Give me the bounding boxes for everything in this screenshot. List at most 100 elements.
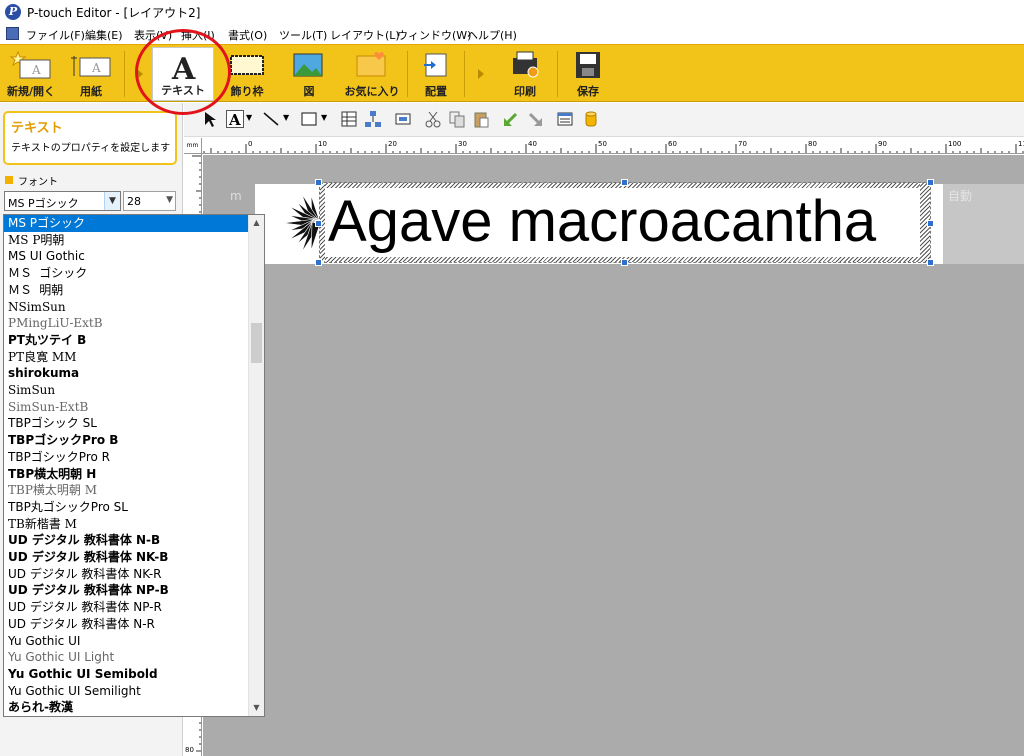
print-icon	[513, 51, 539, 78]
chevron-down-icon[interactable]: ▼	[283, 113, 289, 122]
new-open-button[interactable]: A 新規/開く	[2, 47, 60, 101]
ruler-label: 70	[738, 140, 747, 148]
font-list-item[interactable]: TBPゴシックPro R	[4, 449, 248, 466]
resize-handle-br[interactable]	[927, 259, 934, 266]
font-list-item[interactable]: UD デジタル 教科書体 NP-R	[4, 599, 248, 616]
ruler-label: 20	[388, 140, 397, 148]
text-button[interactable]: A テキスト	[152, 47, 214, 101]
tree-tool-icon[interactable]	[364, 110, 382, 128]
text-tool-icon[interactable]: A	[226, 110, 244, 128]
font-list-item[interactable]: UD デジタル 教科書体 N-R	[4, 616, 248, 633]
font-list-item[interactable]: ＭＳ ゴシック	[4, 265, 248, 282]
font-list-item[interactable]: TBPゴシック SL	[4, 415, 248, 432]
font-list-item[interactable]: UD デジタル 教科書体 NK-R	[4, 566, 248, 583]
ribbon-arrow-icon	[137, 69, 143, 79]
resize-handle-tl[interactable]	[315, 179, 322, 186]
database-icon[interactable]	[582, 110, 600, 128]
save-button[interactable]: 保存	[561, 47, 615, 101]
line-tool-icon[interactable]	[262, 110, 280, 128]
font-dropdown-list[interactable]: MS Pゴシック MS P明朝 MS UI Gothic ＭＳ ゴシック ＭＳ 明朝 NS…	[3, 214, 265, 717]
paste-icon[interactable]	[472, 110, 490, 128]
scrollbar-thumb[interactable]	[251, 323, 262, 363]
font-list-item[interactable]: PT良寛 MM	[4, 349, 248, 366]
font-list-item[interactable]: TBP横太明朝 H	[4, 466, 248, 483]
agave-plant-image[interactable]	[258, 191, 322, 255]
font-list-item[interactable]: UD デジタル 教科書体 NK-B	[4, 549, 248, 566]
scrollbar[interactable]: ▲ ▼	[248, 215, 264, 716]
font-list-item[interactable]: PMingLiU-ExtB	[4, 315, 248, 332]
font-list-item[interactable]: SimSun	[4, 382, 248, 399]
layout-canvas[interactable]: m 自動 Agave macroacantha	[203, 155, 1024, 756]
resize-handle-tr[interactable]	[927, 179, 934, 186]
arrange-icon	[424, 53, 447, 77]
image-label: 図	[303, 85, 315, 98]
svg-text:A: A	[31, 63, 41, 77]
rectangle-tool-icon[interactable]	[300, 110, 318, 128]
font-list-item[interactable]: UD デジタル 教科書体 NP-B	[4, 582, 248, 599]
chevron-down-icon[interactable]: ▼	[321, 113, 327, 122]
tip-description: テキストのプロパティを設定します	[11, 143, 171, 154]
font-list-item[interactable]: TBPゴシックPro B	[4, 432, 248, 449]
font-list-item[interactable]: SimSun-ExtB	[4, 399, 248, 416]
font-list-item[interactable]: MS UI Gothic	[4, 248, 248, 265]
table-tool-icon[interactable]	[340, 110, 358, 128]
font-family-select[interactable]: MS Pゴシック ▼	[4, 191, 121, 211]
document-icon[interactable]	[6, 27, 19, 40]
paper-label: 用紙	[80, 85, 102, 98]
font-list-item[interactable]: Yu Gothic UI	[4, 633, 248, 650]
select-arrow-icon[interactable]	[202, 110, 220, 128]
chevron-down-icon[interactable]: ▼	[166, 195, 173, 205]
font-list-item[interactable]: TBP丸ゴシックPro SL	[4, 499, 248, 516]
chevron-up-icon[interactable]: ▲	[249, 215, 264, 231]
menu-edit[interactable]: 編集(E)	[85, 27, 123, 43]
text-object[interactable]: Agave macroacantha	[319, 182, 931, 263]
font-list-item[interactable]: shirokuma	[4, 365, 248, 382]
arrange-button[interactable]: 配置	[411, 47, 461, 101]
properties-icon[interactable]	[556, 110, 574, 128]
font-list-item[interactable]: NSimSun	[4, 299, 248, 316]
ruler-label: 60	[668, 140, 677, 148]
frame-button[interactable]: 飾り枠	[220, 47, 274, 101]
menu-tools[interactable]: ツール(T)	[279, 27, 327, 43]
favorites-button[interactable]: お気に入り	[342, 47, 402, 101]
redo-icon[interactable]	[526, 110, 544, 128]
text-label: テキスト	[161, 84, 205, 97]
print-button[interactable]: 印刷	[498, 47, 552, 101]
menu-insert[interactable]: 挿入(I)	[181, 27, 215, 43]
print-label: 印刷	[514, 85, 536, 98]
font-list-item[interactable]: UD デジタル 教科書体 N-B	[4, 532, 248, 549]
resize-handle-t[interactable]	[621, 179, 628, 186]
undo-icon[interactable]	[502, 110, 520, 128]
resize-handle-bl[interactable]	[315, 259, 322, 266]
layout-tool-icon[interactable]	[394, 110, 412, 128]
resize-handle-b[interactable]	[621, 259, 628, 266]
font-list-item[interactable]: Yu Gothic UI Light	[4, 649, 248, 666]
font-list-item[interactable]: MS P明朝	[4, 232, 248, 249]
menu-window[interactable]: ウィンドウ(W)	[397, 27, 471, 43]
cut-icon[interactable]	[424, 110, 442, 128]
menu-layout[interactable]: レイアウト(L)	[330, 27, 400, 43]
copy-icon[interactable]	[448, 110, 466, 128]
font-list-item[interactable]: Yu Gothic UI Semilight	[4, 683, 248, 700]
font-list-item[interactable]: TB新楷書 M	[4, 516, 248, 533]
menu-view[interactable]: 表示(V)	[134, 27, 172, 43]
font-list-item[interactable]: あられ-教漢	[4, 699, 248, 716]
chevron-down-icon[interactable]: ▼	[246, 113, 252, 122]
chevron-down-icon[interactable]: ▼	[104, 192, 120, 210]
image-button[interactable]: 図	[282, 47, 336, 101]
resize-handle-l[interactable]	[315, 220, 322, 227]
font-list-item[interactable]: ＭＳ 明朝	[4, 282, 248, 299]
font-list-item[interactable]: PT丸ツテイ B	[4, 332, 248, 349]
menu-help[interactable]: ヘルプ(H)	[467, 27, 517, 43]
menu-format[interactable]: 書式(O)	[228, 27, 267, 43]
menu-bar: ファイル(F) 編集(E) 表示(V) 挿入(I) 書式(O) ツール(T) レ…	[0, 24, 1024, 44]
ruler-label: 50	[598, 140, 607, 148]
font-list-item[interactable]: Yu Gothic UI Semibold	[4, 666, 248, 683]
menu-file[interactable]: ファイル(F)	[26, 27, 85, 43]
font-size-select[interactable]: 28 ▼	[123, 191, 176, 211]
paper-button[interactable]: A 用紙	[62, 47, 120, 101]
font-list-item[interactable]: MS Pゴシック	[4, 215, 248, 232]
resize-handle-r[interactable]	[927, 220, 934, 227]
chevron-down-icon[interactable]: ▼	[249, 700, 264, 716]
font-list-item[interactable]: TBP横太明朝 M	[4, 482, 248, 499]
